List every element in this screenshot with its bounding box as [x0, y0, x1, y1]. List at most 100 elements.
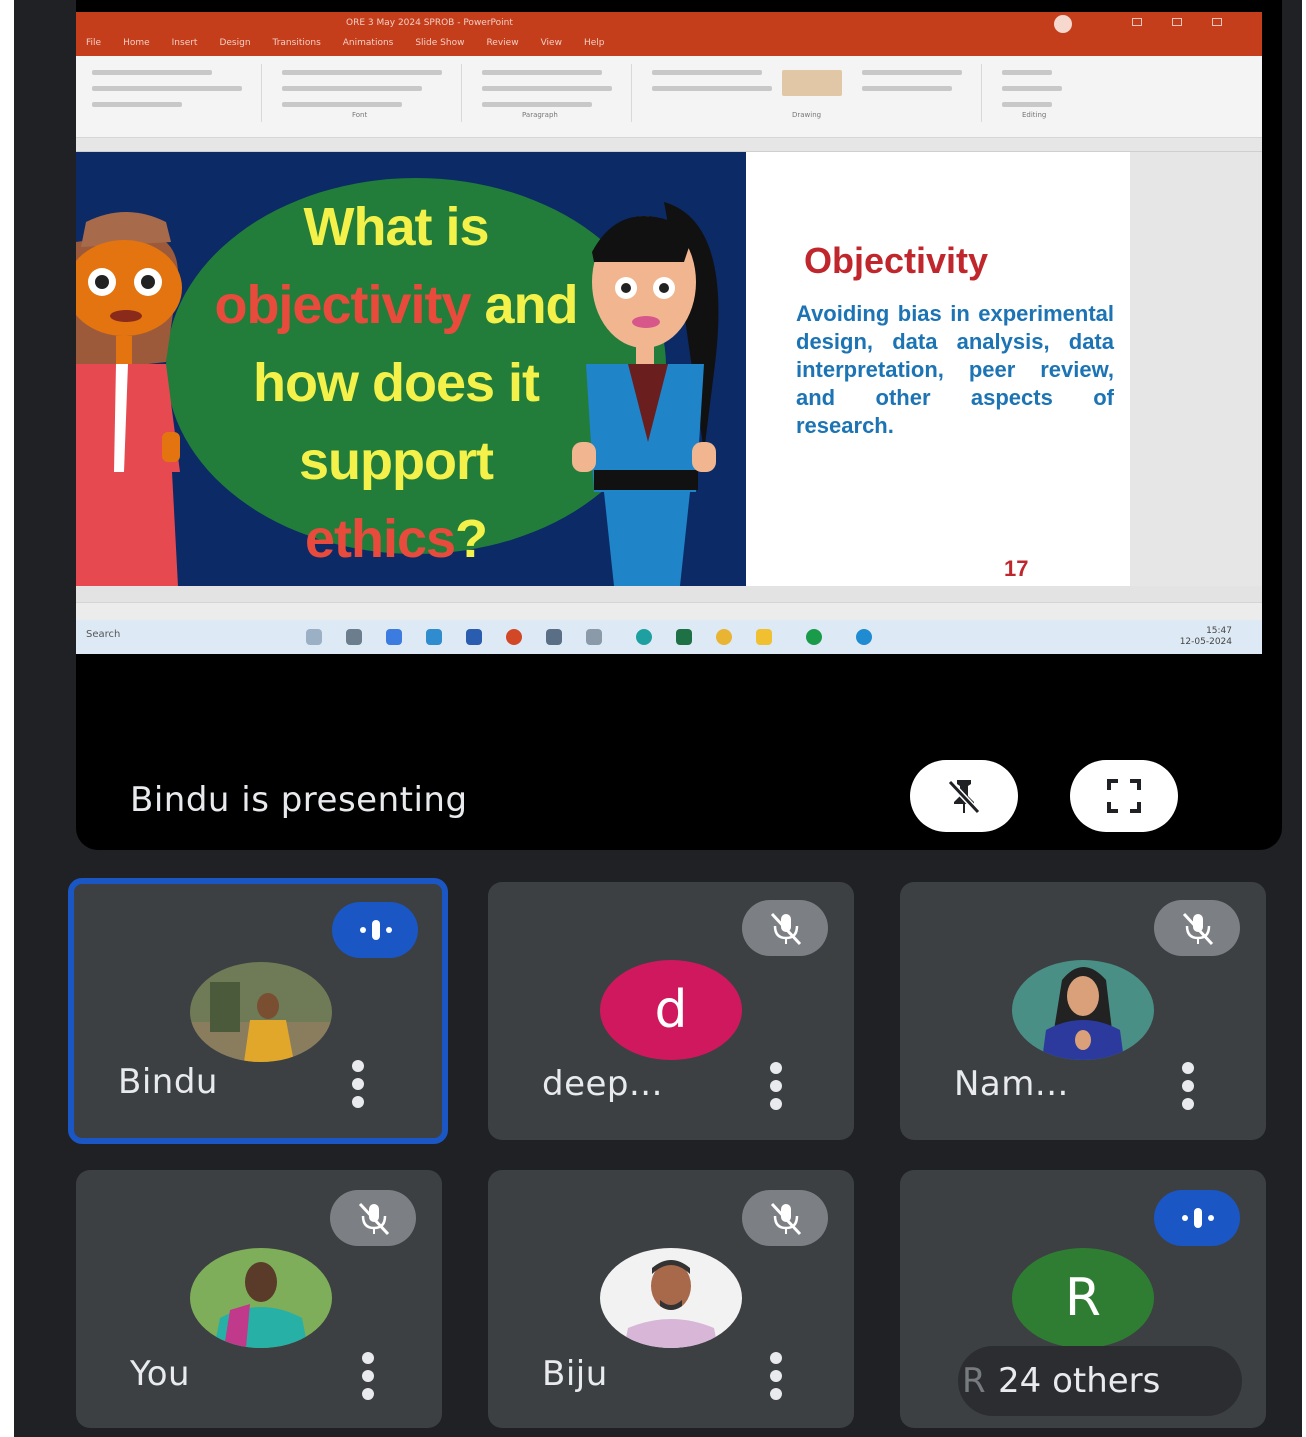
chrome-icon — [716, 629, 732, 645]
slide-number: 17 — [1004, 556, 1029, 581]
slide-area: What is objectivity and how does it supp… — [76, 152, 1262, 602]
avatar — [190, 962, 332, 1062]
question-word-red: ethics — [304, 509, 456, 569]
ribbon-tab: Transitions — [272, 38, 321, 48]
muted-indicator — [1154, 900, 1240, 956]
question-line: ethics? — [196, 500, 596, 578]
ribbon-tab: File — [86, 38, 102, 48]
slide-heading: Objectivity — [804, 240, 989, 281]
taskbar-app-icon — [346, 629, 362, 645]
windows-taskbar: Search 15:47 12-05-2024 — [76, 620, 1262, 654]
ribbon-group-paragraph: Paragraph — [472, 64, 632, 122]
question-word: ? — [455, 509, 488, 569]
unpin-button[interactable] — [910, 760, 1018, 832]
ribbon-group-label: Paragraph — [522, 111, 558, 119]
hidden-participant-name: R — [962, 1361, 986, 1401]
taskbar-app-icon — [586, 629, 602, 645]
slide-question-text: What is objectivity and how does it supp… — [196, 188, 596, 578]
powerpoint-icon — [506, 629, 522, 645]
mic-off-icon — [770, 912, 802, 946]
taskbar-app-icon — [636, 629, 652, 645]
fullscreen-button[interactable] — [1070, 760, 1178, 832]
taskbar-app-icon — [806, 629, 822, 645]
taskbar-app-icon — [546, 629, 562, 645]
shared-screen: ORE 3 May 2024 SPROB - PowerPoint File H… — [76, 12, 1262, 654]
document-title: ORE 3 May 2024 SPROB - PowerPoint — [346, 18, 513, 28]
more-options-icon[interactable] — [348, 1060, 368, 1108]
participant-tile-you[interactable]: You — [76, 1170, 442, 1428]
user-avatar — [1054, 15, 1072, 33]
speaking-indicator — [1154, 1190, 1240, 1246]
muted-indicator — [742, 1190, 828, 1246]
avatar — [190, 1248, 332, 1348]
ribbon-tab: Slide Show — [415, 38, 465, 48]
participant-name: Bindu — [118, 1062, 218, 1102]
question-line: What is — [303, 197, 489, 257]
ribbon-group-label: Editing — [1022, 111, 1047, 119]
others-button[interactable]: R 24 others — [958, 1346, 1242, 1416]
ribbon-tab: Animations — [342, 38, 394, 48]
participant-name: Nam... — [954, 1064, 1069, 1104]
avatar-letter: R — [1064, 1268, 1102, 1328]
ribbon-group-font: Font — [272, 64, 462, 122]
powerpoint-status-bar — [76, 602, 1262, 620]
taskbar-search: Search — [86, 629, 121, 640]
more-options-icon[interactable] — [766, 1352, 786, 1400]
participant-tile-nam[interactable]: Nam... — [900, 882, 1266, 1140]
slide-scroll-area — [1130, 152, 1262, 586]
avatar-letter: d — [654, 980, 688, 1040]
participant-tile-bindu[interactable]: Bindu — [68, 878, 448, 1144]
more-options-icon[interactable] — [358, 1352, 378, 1400]
question-word-red: objectivity — [214, 275, 471, 335]
taskbar-app-icon — [426, 629, 442, 645]
question-word: and — [470, 275, 579, 335]
ribbon-group-label: Font — [352, 111, 368, 119]
avatar — [600, 1248, 742, 1348]
mic-off-icon — [1182, 912, 1214, 946]
participant-tile-deep[interactable]: d deep... — [488, 882, 854, 1140]
slide-body-text: Avoiding bias in experimental design, da… — [796, 301, 1114, 438]
participant-photo-icon — [1012, 960, 1154, 1060]
meet-app: ORE 3 May 2024 SPROB - PowerPoint File H… — [14, 0, 1302, 1437]
question-line: objectivity and — [196, 266, 596, 344]
clock-time: 15:47 — [1206, 626, 1232, 636]
presentation-panel: ORE 3 May 2024 SPROB - PowerPoint File H… — [76, 0, 1282, 850]
ribbon-tab: Home — [123, 38, 150, 48]
question-line: how does it — [253, 353, 540, 413]
ribbon-tab: Help — [583, 38, 605, 48]
avatar: R — [1012, 1248, 1154, 1348]
slide-right-panel: Objectivity Avoiding bias in experimenta… — [746, 152, 1130, 586]
ruler — [76, 138, 1262, 152]
speaking-indicator — [332, 902, 418, 958]
more-options-icon[interactable] — [766, 1062, 786, 1110]
powerpoint-ribbon: Font Paragraph Drawing Editing — [76, 56, 1262, 138]
participant-tile-biju[interactable]: Biju — [488, 1170, 854, 1428]
others-label: 24 others — [998, 1361, 1161, 1401]
audio-level-icon — [1182, 1208, 1214, 1228]
ribbon-tab: Review — [486, 38, 519, 48]
minimize-icon — [1132, 18, 1142, 26]
mic-off-icon — [770, 1202, 802, 1236]
audio-level-icon — [360, 920, 392, 940]
participant-name: Biju — [542, 1354, 608, 1394]
ribbon-tab: Design — [219, 38, 251, 48]
taskbar-clock: 15:47 12-05-2024 — [1180, 626, 1232, 648]
taskbar-app-icon — [386, 629, 402, 645]
mic-off-icon — [358, 1202, 390, 1236]
unpin-icon — [947, 779, 981, 815]
fullscreen-icon — [1107, 779, 1141, 813]
more-options-icon[interactable] — [1178, 1062, 1198, 1110]
slide-left-panel: What is objectivity and how does it supp… — [76, 152, 746, 586]
taskbar-app-icon — [466, 629, 482, 645]
clock-date: 12-05-2024 — [1179, 637, 1232, 647]
powerpoint-titlebar: ORE 3 May 2024 SPROB - PowerPoint File H… — [76, 12, 1262, 56]
participant-photo-icon — [190, 962, 332, 1062]
close-icon — [1212, 18, 1222, 26]
question-line: support — [299, 431, 494, 491]
ribbon-tabs: File Home Insert Design Transitions Anim… — [86, 38, 604, 48]
edge-icon — [856, 629, 872, 645]
folder-icon — [756, 629, 772, 645]
muted-indicator — [742, 900, 828, 956]
ribbon-group-drawing: Drawing — [642, 64, 982, 122]
maximize-icon — [1172, 18, 1182, 26]
